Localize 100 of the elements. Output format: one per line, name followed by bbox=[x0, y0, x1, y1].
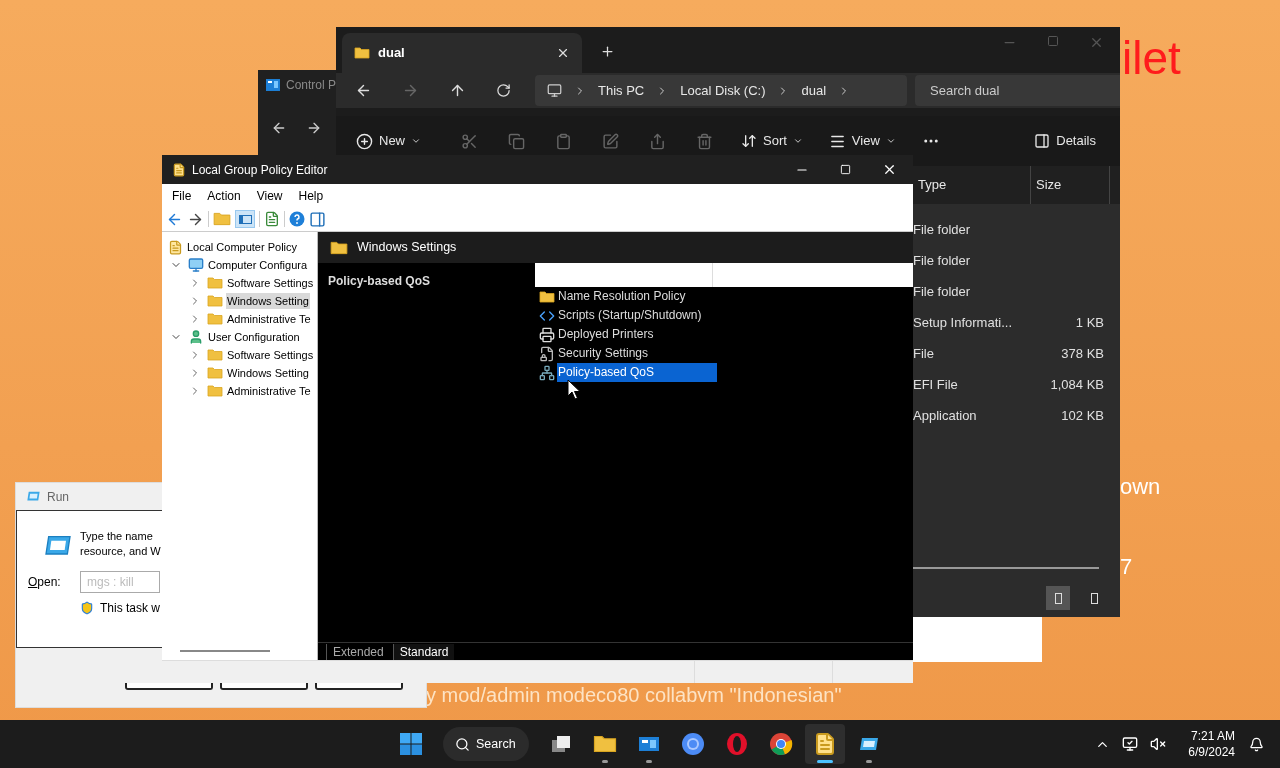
monitor-icon bbox=[547, 83, 562, 98]
list-item[interactable]: Deployed Printers bbox=[557, 325, 655, 344]
refresh-icon[interactable] bbox=[496, 83, 511, 98]
tree-item[interactable]: Windows Setting bbox=[226, 365, 310, 381]
folder-icon bbox=[207, 311, 223, 327]
window-title: Local Group Policy Editor bbox=[192, 161, 329, 179]
printer-icon bbox=[539, 326, 555, 343]
view-button[interactable] bbox=[1046, 586, 1070, 610]
close-icon[interactable] bbox=[882, 162, 897, 177]
search-button[interactable]: Search bbox=[443, 727, 529, 761]
plus-icon bbox=[356, 132, 373, 150]
back-icon[interactable] bbox=[355, 82, 372, 99]
document-icon bbox=[168, 239, 183, 255]
table-cell-text: 1,084 KB bbox=[1049, 375, 1104, 394]
folder-icon bbox=[207, 293, 223, 309]
panel-icon bbox=[1034, 133, 1051, 149]
table-cell-text: File folder bbox=[913, 251, 972, 270]
breadcrumb-item[interactable]: Local Disk (C:) bbox=[680, 80, 766, 101]
list-item[interactable]: Scripts (Startup/Shutdown) bbox=[557, 306, 703, 325]
new-tab-icon[interactable] bbox=[600, 44, 615, 59]
panel-icon[interactable] bbox=[309, 210, 326, 228]
copy-icon[interactable] bbox=[508, 132, 525, 150]
folder-icon bbox=[207, 365, 223, 381]
breadcrumb-item[interactable]: dual bbox=[801, 80, 827, 101]
tab[interactable]: Extended bbox=[326, 643, 390, 660]
sort-icon bbox=[741, 133, 757, 149]
dialog-button[interactable] bbox=[125, 683, 213, 690]
desktop-text: ilet bbox=[1122, 32, 1181, 85]
sort-button[interactable]: Sort bbox=[741, 131, 803, 151]
list-item[interactable]: Security Settings bbox=[557, 344, 650, 363]
document-icon bbox=[172, 162, 186, 177]
desktop-text: own bbox=[1120, 474, 1161, 500]
document-icon bbox=[813, 732, 837, 756]
menu-item[interactable]: Action bbox=[207, 186, 241, 205]
caret-icon bbox=[885, 136, 896, 146]
table-cell-text: EFI File bbox=[913, 375, 959, 394]
up-icon[interactable] bbox=[449, 82, 466, 99]
folder-icon bbox=[207, 347, 223, 363]
chrome-icon bbox=[769, 732, 793, 756]
new-button[interactable]: New bbox=[356, 131, 421, 151]
tab[interactable]: dual bbox=[342, 33, 582, 73]
folder-icon bbox=[207, 383, 223, 399]
share-icon[interactable] bbox=[649, 132, 666, 150]
folder-icon bbox=[354, 45, 370, 61]
control-panel-icon bbox=[266, 79, 280, 91]
menu-item[interactable]: File bbox=[172, 186, 192, 205]
paste-icon[interactable] bbox=[555, 132, 572, 150]
close-icon[interactable] bbox=[556, 46, 570, 60]
desktop-text: 7 bbox=[1120, 554, 1133, 580]
description-text: Type the name bbox=[80, 529, 154, 544]
monitor-icon bbox=[188, 257, 204, 273]
tree-item[interactable]: Administrative Te bbox=[226, 383, 312, 399]
console-tree-button[interactable] bbox=[235, 210, 255, 228]
tree-item[interactable]: User Configuration bbox=[207, 329, 301, 345]
cut-icon[interactable] bbox=[461, 132, 478, 150]
tab[interactable]: Standard bbox=[392, 643, 455, 660]
notification-bell-icon[interactable] bbox=[1249, 736, 1264, 752]
list-item[interactable]: Name Resolution Policy bbox=[557, 287, 687, 306]
address-bar[interactable]: This PC Local Disk (C:) dual bbox=[535, 75, 907, 106]
column-header[interactable]: Size bbox=[1031, 166, 1110, 204]
table-cell-text: File bbox=[913, 344, 935, 363]
table-cell-text: 378 KB bbox=[1060, 344, 1104, 363]
breadcrumb-item[interactable]: This PC bbox=[598, 80, 645, 101]
tree-item[interactable]: Software Settings bbox=[226, 347, 315, 363]
window-title: Control P bbox=[285, 77, 336, 94]
dialog-button[interactable] bbox=[315, 683, 403, 690]
menu-item[interactable]: View bbox=[256, 186, 283, 205]
browser-icon bbox=[681, 732, 705, 756]
tree-item[interactable]: Software Settings bbox=[226, 275, 315, 291]
desktop-text: y mod/admin modeco80 collabvm "Indonesian" bbox=[426, 684, 842, 707]
tree-item[interactable]: Computer Configura bbox=[207, 257, 309, 273]
shield-icon bbox=[80, 601, 94, 615]
forward-icon[interactable] bbox=[306, 120, 322, 136]
tree-item[interactable]: Administrative Te bbox=[226, 311, 312, 327]
muted-speaker-icon[interactable] bbox=[1150, 736, 1167, 752]
details-button[interactable]: Details bbox=[1034, 131, 1096, 151]
window-title: Run bbox=[47, 488, 69, 506]
rename-icon[interactable] bbox=[602, 132, 619, 150]
clock[interactable]: 7:21 AM 6/9/2024 bbox=[1188, 728, 1235, 760]
description-text: resource, and W bbox=[80, 544, 161, 559]
description-title: Policy-based QoS bbox=[328, 274, 431, 288]
tree-item[interactable]: Local Computer Policy bbox=[186, 239, 299, 255]
tree-item[interactable]: Windows Setting bbox=[226, 293, 310, 309]
table-cell-text: Application bbox=[913, 406, 978, 425]
table-cell-text: File folder bbox=[913, 220, 972, 239]
lock-icon bbox=[539, 345, 555, 362]
menu-item[interactable]: Help bbox=[298, 186, 324, 205]
dialog-button[interactable] bbox=[220, 683, 308, 690]
view-button[interactable]: View bbox=[828, 131, 896, 151]
delete-icon[interactable] bbox=[696, 132, 713, 150]
folder-icon bbox=[539, 288, 555, 305]
opera-icon bbox=[725, 732, 749, 756]
back-icon[interactable] bbox=[271, 120, 287, 136]
taskbar-icon[interactable] bbox=[805, 724, 845, 764]
export-icon[interactable] bbox=[264, 211, 280, 227]
help-icon[interactable] bbox=[289, 211, 305, 227]
table-cell-text: 102 KB bbox=[1060, 406, 1104, 425]
list-item[interactable]: Policy-based QoS bbox=[557, 363, 717, 382]
caret-icon bbox=[792, 136, 803, 146]
search-field[interactable]: Search dual bbox=[915, 75, 1120, 106]
